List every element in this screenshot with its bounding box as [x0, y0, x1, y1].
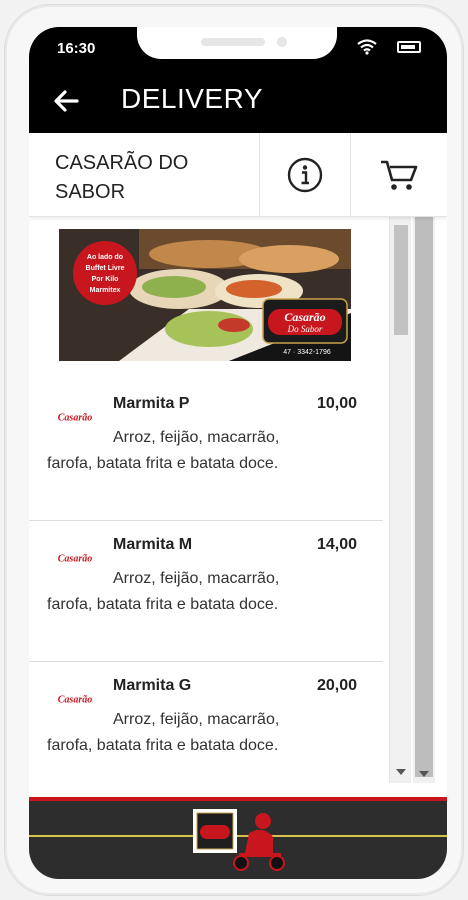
notch: [137, 27, 337, 59]
banner-logo-line-2: Do Sabor: [287, 324, 323, 334]
restaurant-name: CASARÃO DO SABOR: [55, 152, 189, 203]
item-name: Marmita P: [113, 395, 190, 412]
footer-banner: [29, 797, 447, 879]
item-logo-text: Casarão: [58, 413, 92, 424]
banner-badge-line-4: Marmitex: [90, 287, 121, 294]
item-logo-text: Casarão: [58, 554, 92, 565]
menu-item-p[interactable]: Casarão Marmita P 10,00 Arroz, feijão, m…: [29, 383, 383, 521]
item-price: 20,00: [317, 677, 358, 694]
notch-camera: [277, 37, 287, 47]
item-description: Arroz, feijão, macarrão, farofa, batata …: [47, 570, 280, 613]
banner-badge-line-1: Ao lado do: [87, 254, 123, 261]
notch-speaker: [201, 38, 265, 46]
status-bar: 16:30: [29, 27, 447, 69]
banner-logo-line-1: Casarão: [284, 310, 325, 324]
cart-button[interactable]: [351, 133, 447, 217]
back-arrow-icon[interactable]: [49, 83, 85, 119]
banner-image: Ao lado do Buffet Livre Por Kilo Marmite…: [59, 229, 351, 361]
item-name: Marmita M: [113, 536, 193, 553]
wifi-icon: [357, 39, 377, 55]
delivery-scooter-icon: [193, 809, 285, 871]
restaurant-header: CASARÃO DO SABOR: [29, 133, 447, 217]
restaurant-banner: Ao lado do Buffet Livre Por Kilo Marmite…: [59, 229, 351, 361]
item-logo-text: Casarão: [58, 695, 92, 706]
banner-badge-line-2: Buffet Livre: [86, 265, 125, 272]
item-name: Marmita G: [113, 677, 192, 694]
page-scrollbar-thumb[interactable]: [415, 207, 433, 777]
footer-accent-line: [29, 797, 447, 801]
phone-frame: 16:30 DELIVERY CASARÃO DO SABOR Ao lado …: [4, 4, 464, 896]
list-scroll-down-arrow[interactable]: [396, 769, 406, 775]
item-logo: Casarão: [58, 413, 92, 424]
menu-list: Ao lado do Buffet Livre Por Kilo Marmite…: [29, 217, 389, 777]
page-scrollbar[interactable]: [413, 157, 435, 783]
item-description: Arroz, feijão, macarrão, farofa, batata …: [47, 711, 280, 754]
banner-phone: 47 · 3342-1796: [283, 349, 331, 356]
page-title: DELIVERY: [121, 83, 263, 114]
item-logo: Casarão: [58, 695, 92, 706]
list-scrollbar-thumb[interactable]: [394, 225, 408, 335]
info-button[interactable]: [259, 133, 351, 217]
item-description: Arroz, feijão, macarrão, farofa, batata …: [47, 429, 280, 472]
screen: 16:30 DELIVERY CASARÃO DO SABOR Ao lado …: [29, 27, 447, 879]
shopping-cart-icon: [381, 160, 418, 190]
banner-badge-line-3: Por Kilo: [92, 276, 119, 283]
item-price: 10,00: [317, 395, 358, 412]
item-logo: Casarão: [58, 554, 92, 565]
app-bar: DELIVERY: [29, 69, 447, 133]
status-time: 16:30: [57, 40, 96, 57]
page-scroll-down-arrow[interactable]: [419, 771, 429, 777]
info-icon: [287, 157, 323, 193]
menu-item-m[interactable]: Casarão Marmita M 14,00 Arroz, feijão, m…: [29, 524, 383, 662]
list-scrollbar[interactable]: [389, 217, 411, 783]
menu-item-g[interactable]: Casarão Marmita G 20,00 Arroz, feijão, m…: [29, 665, 383, 777]
item-price: 14,00: [317, 536, 358, 553]
battery-icon: [397, 41, 421, 53]
